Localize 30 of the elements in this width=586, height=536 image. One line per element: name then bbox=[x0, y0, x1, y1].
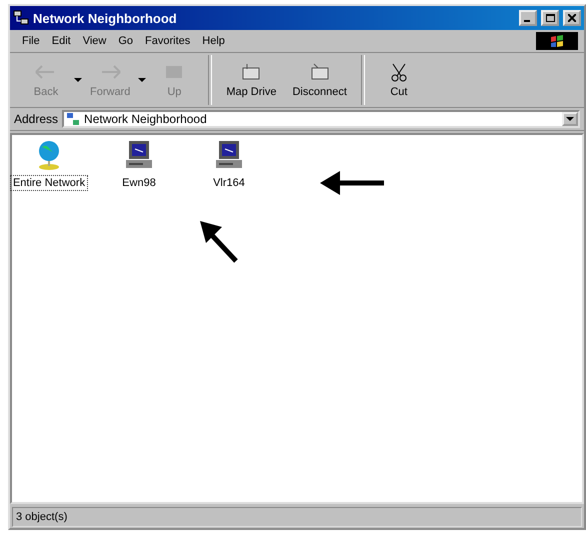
dropdown-button[interactable] bbox=[562, 112, 578, 126]
address-label: Address bbox=[14, 112, 58, 126]
close-icon bbox=[568, 14, 576, 22]
menu-item[interactable]: File bbox=[16, 33, 46, 49]
computer-icon bbox=[123, 139, 155, 171]
minimize-button[interactable] bbox=[519, 10, 537, 26]
flag-icon bbox=[550, 35, 564, 47]
computer-icon bbox=[213, 139, 245, 171]
network-icon bbox=[13, 10, 29, 26]
window-title: Network Neighborhood bbox=[33, 10, 178, 26]
network-icon bbox=[66, 112, 80, 126]
file-icon-label[interactable]: Ewn98 bbox=[119, 175, 159, 191]
menu-item[interactable]: View bbox=[76, 33, 112, 49]
maximize-button[interactable] bbox=[541, 10, 559, 26]
menu-item[interactable]: Go bbox=[112, 33, 140, 49]
status-text: 3 object(s) bbox=[12, 507, 582, 527]
menu-item[interactable]: Help bbox=[196, 33, 231, 49]
caret-icon bbox=[566, 117, 574, 121]
file-icon-label[interactable]: Vlr164 bbox=[210, 175, 248, 191]
toolbar-button[interactable]: Map Drive bbox=[218, 53, 284, 107]
address-field[interactable]: Network Neighborhood bbox=[62, 110, 580, 128]
arrow-drawing bbox=[320, 171, 386, 195]
file-icon-label[interactable]: Entire Network bbox=[10, 175, 88, 191]
arrow-drawing bbox=[198, 219, 238, 263]
menu-item[interactable]: Favorites bbox=[139, 33, 196, 49]
close-button[interactable] bbox=[563, 10, 581, 26]
toolbar-button[interactable]: Cut bbox=[370, 53, 427, 107]
toolbar-button[interactable]: Disconnect bbox=[284, 53, 355, 107]
maximize-icon bbox=[546, 14, 554, 22]
menu-item[interactable]: Edit bbox=[46, 33, 77, 49]
